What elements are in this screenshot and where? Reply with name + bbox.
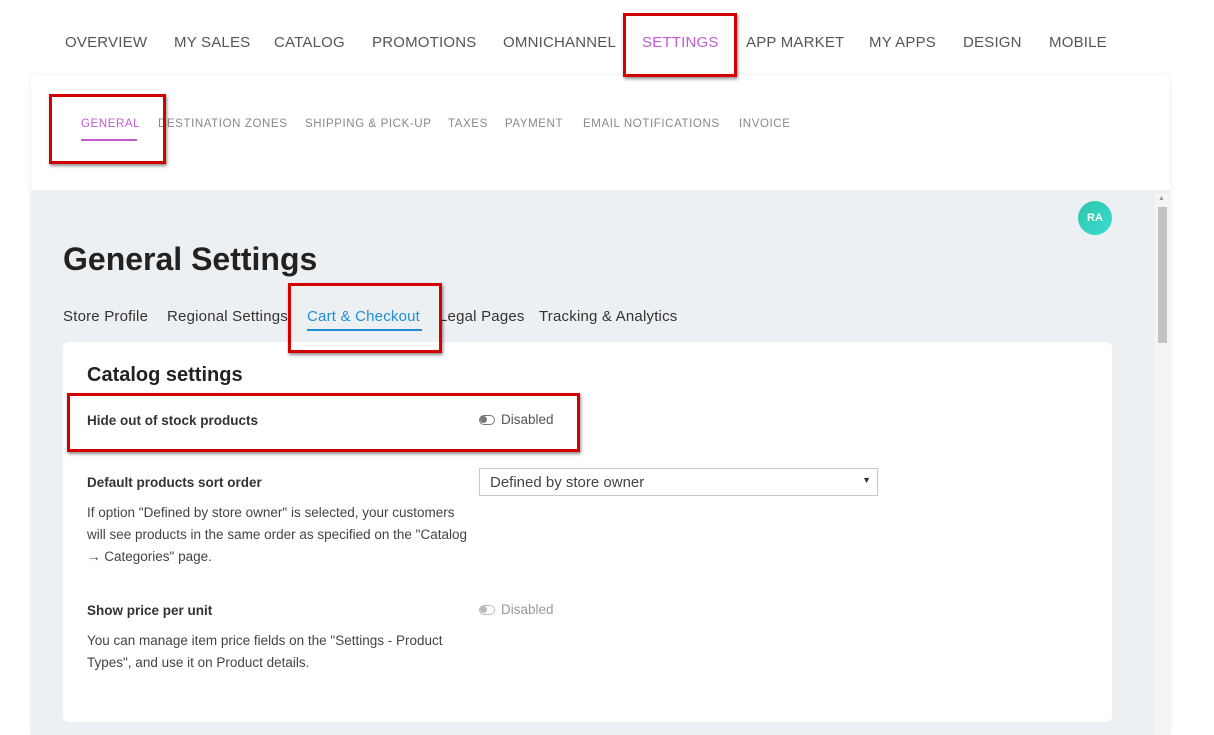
toggle-status: Disabled bbox=[501, 602, 554, 617]
nav-promotions[interactable]: PROMOTIONS bbox=[372, 34, 477, 51]
nav-my-apps[interactable]: MY APPS bbox=[869, 34, 936, 51]
price-per-unit-label: Show price per unit bbox=[87, 603, 213, 618]
scrollbar[interactable]: ▲ bbox=[1155, 193, 1170, 735]
sub-nav: GENERAL DESTINATION ZONES SHIPPING & PIC… bbox=[31, 75, 1170, 190]
toggle-switch-icon bbox=[479, 604, 495, 615]
avatar[interactable]: RA bbox=[1078, 201, 1112, 235]
nav-app-market[interactable]: APP MARKET bbox=[746, 34, 844, 51]
sort-order-value: Defined by store owner bbox=[490, 474, 645, 491]
sort-order-description: If option "Defined by store owner" is se… bbox=[87, 505, 467, 564]
nav-design[interactable]: DESIGN bbox=[963, 34, 1022, 51]
subnav-shipping-pickup[interactable]: SHIPPING & PICK-UP bbox=[305, 118, 431, 130]
nav-my-sales[interactable]: MY SALES bbox=[174, 34, 250, 51]
tab-tracking-analytics[interactable]: Tracking & Analytics bbox=[539, 308, 678, 325]
subnav-destination-zones[interactable]: DESTINATION ZONES bbox=[158, 118, 287, 130]
toggle-status: Disabled bbox=[501, 412, 554, 427]
price-per-unit-description: You can manage item price fields on the … bbox=[87, 633, 443, 670]
nav-catalog[interactable]: CATALOG bbox=[274, 34, 345, 51]
chevron-down-icon: ▼ bbox=[862, 475, 871, 485]
nav-settings[interactable]: SETTINGS bbox=[642, 34, 719, 51]
toggle-switch-icon bbox=[479, 414, 495, 425]
subnav-taxes[interactable]: TAXES bbox=[448, 118, 488, 130]
top-nav: OVERVIEW MY SALES CATALOG PROMOTIONS OMN… bbox=[0, 0, 1214, 75]
scrollbar-thumb[interactable] bbox=[1158, 207, 1167, 343]
section-heading: Catalog settings bbox=[87, 364, 243, 386]
page-title: General Settings bbox=[63, 241, 318, 277]
tab-legal-pages[interactable]: Legal Pages bbox=[439, 308, 525, 325]
subnav-email-notifications[interactable]: EMAIL NOTIFICATIONS bbox=[583, 118, 720, 130]
subnav-payment[interactable]: PAYMENT bbox=[505, 118, 563, 130]
nav-omnichannel[interactable]: OMNICHANNEL bbox=[503, 34, 616, 51]
nav-overview[interactable]: OVERVIEW bbox=[65, 34, 147, 51]
subnav-active-underline bbox=[81, 139, 137, 141]
hide-out-of-stock-label: Hide out of stock products bbox=[87, 413, 259, 428]
catalog-settings-card: Catalog settings Hide out of stock produ… bbox=[63, 342, 1112, 722]
hide-out-of-stock-toggle[interactable]: Disabled bbox=[479, 412, 554, 427]
tab-regional-settings[interactable]: Regional Settings bbox=[167, 308, 288, 325]
subnav-invoice[interactable]: INVOICE bbox=[739, 118, 791, 130]
sort-order-label: Default products sort order bbox=[87, 475, 262, 490]
sort-order-select[interactable]: Defined by store owner ▼ bbox=[479, 468, 878, 496]
price-per-unit-toggle[interactable]: Disabled bbox=[479, 602, 554, 617]
scroll-up-icon[interactable]: ▲ bbox=[1158, 195, 1165, 203]
nav-mobile[interactable]: MOBILE bbox=[1049, 34, 1107, 51]
settings-panel: GENERAL DESTINATION ZONES SHIPPING & PIC… bbox=[31, 75, 1170, 735]
subnav-general[interactable]: GENERAL bbox=[81, 118, 140, 130]
tab-active-underline bbox=[307, 329, 422, 331]
tab-cart-checkout[interactable]: Cart & Checkout bbox=[307, 308, 420, 325]
tab-store-profile[interactable]: Store Profile bbox=[63, 308, 148, 325]
